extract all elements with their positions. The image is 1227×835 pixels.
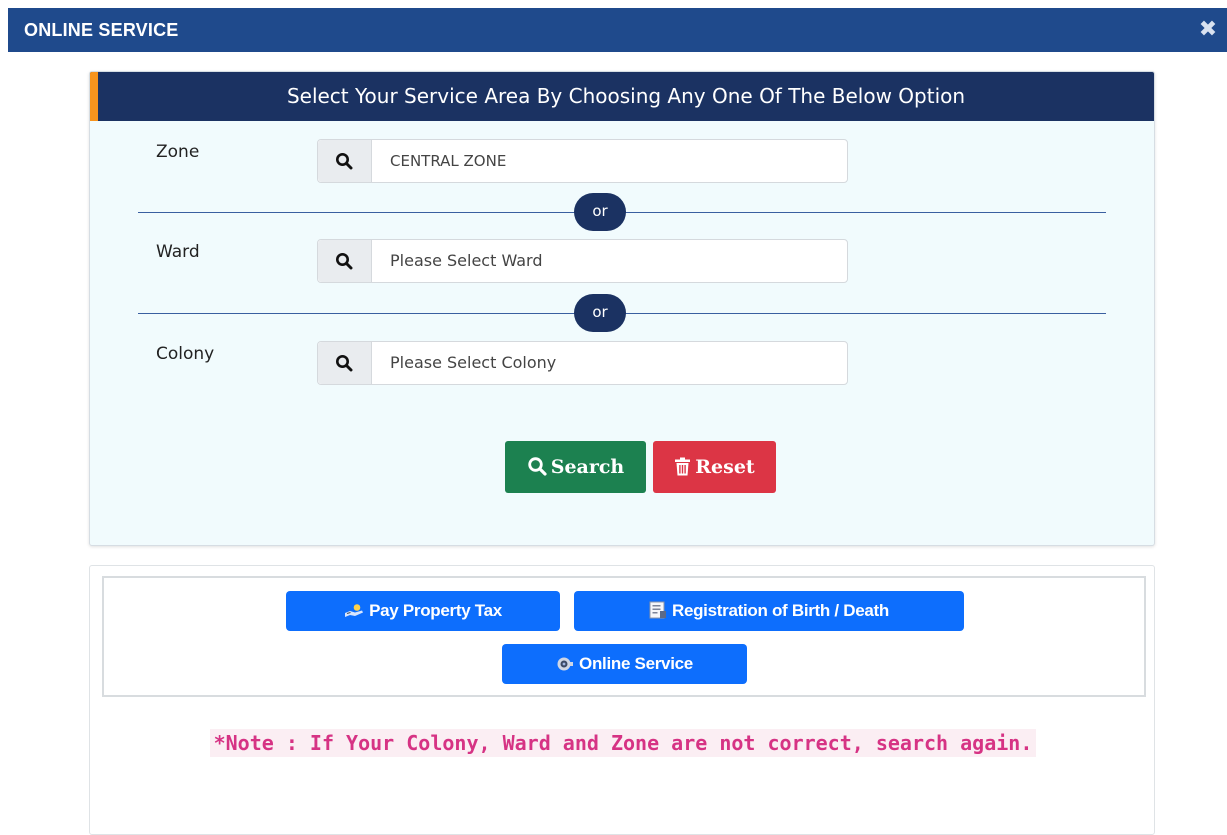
ward-label: Ward [156,242,200,262]
pay-property-tax-button[interactable]: Pay Property Tax [286,591,560,631]
reset-button-label: Reset [695,456,755,478]
document-icon [649,594,667,634]
reset-button[interactable]: Reset [653,441,776,493]
colony-label: Colony [156,344,215,364]
search-icon [528,457,547,476]
modal-title: ONLINE SERVICE [24,20,179,40]
zone-value: CENTRAL ZONE [390,152,507,170]
zone-select[interactable]: CENTRAL ZONE [317,139,848,183]
webcam-icon [556,647,574,687]
online-service-button[interactable]: Online Service [502,644,747,684]
note-text: *Note : If Your Colony, Ward and Zone ar… [140,726,1106,760]
registration-birth-death-button[interactable]: Registration of Birth / Death [574,591,964,631]
or-badge: or [574,294,626,332]
ward-search-addon [318,240,372,282]
colony-search-addon [318,342,372,384]
pay-property-tax-label: Pay Property Tax [369,601,502,620]
zone-label: Zone [156,142,200,162]
online-service-label: Online Service [579,654,693,673]
service-area-card: Select Your Service Area By Choosing Any… [89,71,1155,546]
ward-placeholder: Please Select Ward [390,251,543,270]
search-icon [336,153,353,170]
colony-select[interactable]: Please Select Colony [317,341,848,385]
search-icon [336,253,353,270]
quick-links-card: Pay Property Tax Registration of Birth /… [89,565,1155,835]
hand-coin-icon [344,594,364,634]
modal-titlebar: ONLINE SERVICE ✖ [8,8,1227,52]
ward-select[interactable]: Please Select Ward [317,239,848,283]
quick-links-panel: Pay Property Tax Registration of Birth /… [102,576,1146,697]
note-text-content: *Note : If Your Colony, Ward and Zone ar… [209,729,1037,757]
search-button[interactable]: Search [505,441,646,493]
zone-search-addon [318,140,372,182]
registration-birth-death-label: Registration of Birth / Death [671,601,890,620]
colony-placeholder: Please Select Colony [390,353,557,372]
trash-icon [675,457,691,476]
service-area-heading: Select Your Service Area By Choosing Any… [90,72,1154,121]
search-button-label: Search [550,456,625,478]
or-badge: or [574,193,626,231]
search-icon [336,355,353,372]
close-icon[interactable]: ✖ [1193,8,1223,52]
